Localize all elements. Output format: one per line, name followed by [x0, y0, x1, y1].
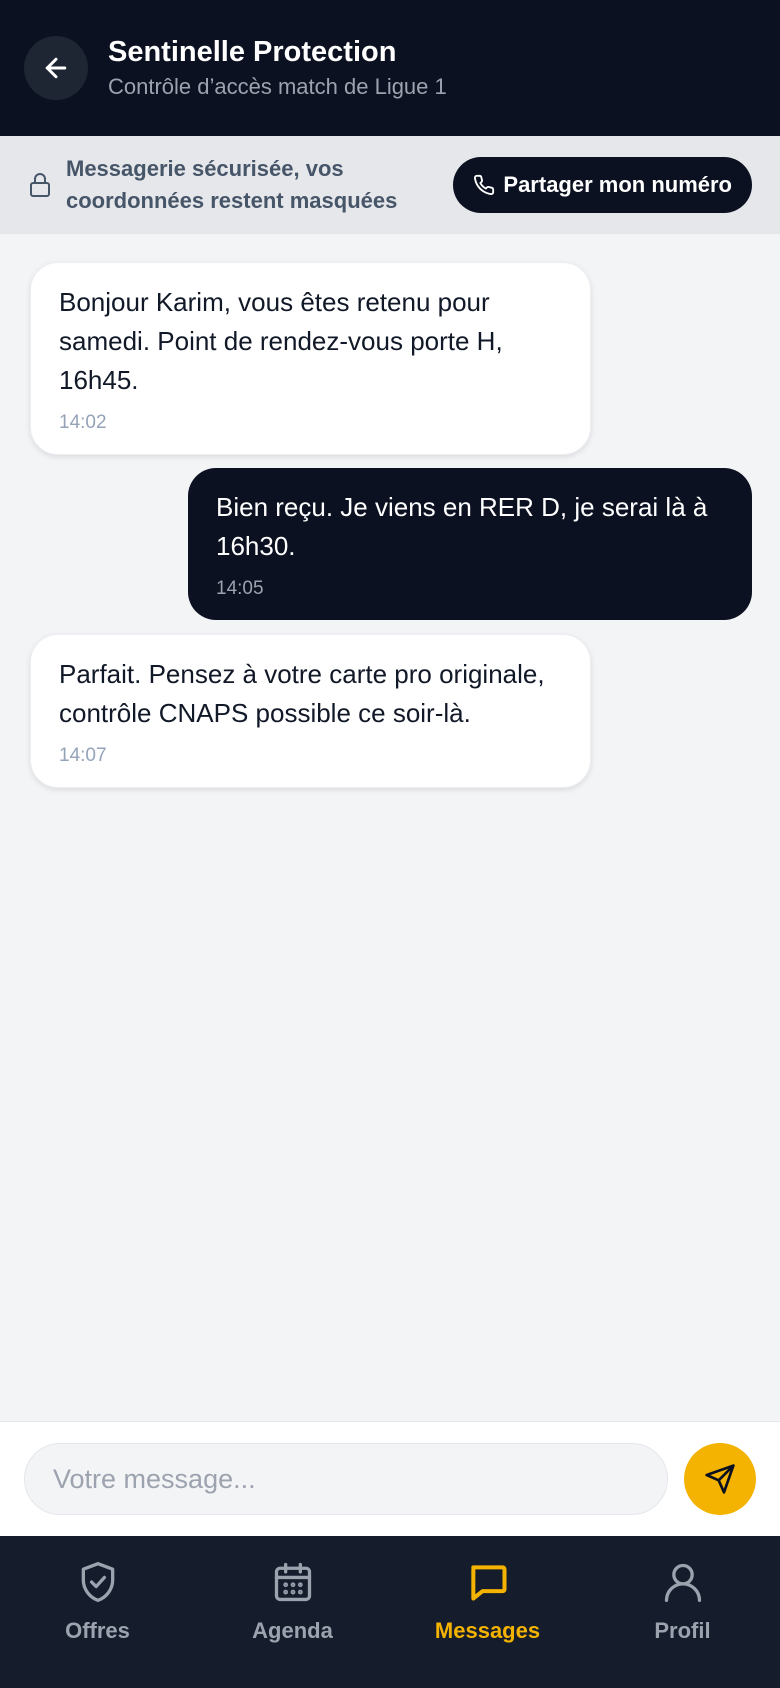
header-text: Sentinelle Protection Contrôle d’accès m… — [108, 34, 447, 102]
conversation-subtitle: Contrôle d’accès match de Ligue 1 — [108, 74, 447, 99]
message-bubble-incoming: Parfait. Pensez à votre carte pro origin… — [30, 634, 591, 788]
message-composer — [0, 1421, 780, 1536]
message-bubble-outgoing: Bien reçu. Je viens en RER D, je serai l… — [188, 468, 752, 620]
secure-messaging-text: Messagerie sécurisée, vos coordonnées re… — [66, 156, 398, 213]
calendar-icon — [274, 1562, 311, 1602]
message-time: 14:05 — [216, 578, 264, 599]
shield-check-icon — [81, 1562, 114, 1602]
message-text: Bonjour Karim, vous êtes retenu pour sam… — [59, 287, 503, 395]
nav-label: Profil — [654, 1618, 711, 1643]
nav-label: Agenda — [252, 1618, 333, 1643]
bottom-navigation: Offres Agenda Messages Profil — [0, 1536, 780, 1688]
message-text: Bien reçu. Je viens en RER D, je serai l… — [216, 492, 708, 561]
nav-item-profil[interactable]: Profil — [585, 1536, 780, 1688]
share-number-label: Partager mon numéro — [503, 172, 732, 197]
message-bubble-incoming: Bonjour Karim, vous êtes retenu pour sam… — [30, 262, 591, 455]
chat-icon — [470, 1565, 507, 1601]
message-time: 14:07 — [59, 745, 107, 766]
chat-screen: Sentinelle Protection Contrôle d’accès m… — [0, 0, 780, 1688]
message-time: 14:02 — [59, 412, 107, 433]
send-button[interactable] — [684, 1443, 756, 1515]
send-icon — [705, 1464, 735, 1494]
phone-icon — [474, 174, 495, 195]
nav-item-agenda[interactable]: Agenda — [195, 1536, 390, 1688]
nav-label: Offres — [65, 1618, 130, 1643]
back-button[interactable] — [24, 36, 88, 100]
share-number-button[interactable]: Partager mon numéro — [453, 157, 752, 213]
chat-header: Sentinelle Protection Contrôle d’accès m… — [0, 0, 780, 136]
message-input[interactable] — [24, 1443, 668, 1515]
message-text: Parfait. Pensez à votre carte pro origin… — [59, 659, 545, 728]
secure-messaging-banner: Messagerie sécurisée, vos coordonnées re… — [0, 136, 780, 234]
user-icon — [664, 1563, 701, 1602]
nav-item-offres[interactable]: Offres — [0, 1536, 195, 1688]
nav-label: Messages — [434, 1618, 541, 1643]
arrow-left-icon — [45, 57, 67, 79]
conversation-title: Sentinelle Protection — [108, 36, 397, 68]
lock-icon — [30, 173, 50, 197]
nav-item-messages[interactable]: Messages — [390, 1536, 585, 1688]
